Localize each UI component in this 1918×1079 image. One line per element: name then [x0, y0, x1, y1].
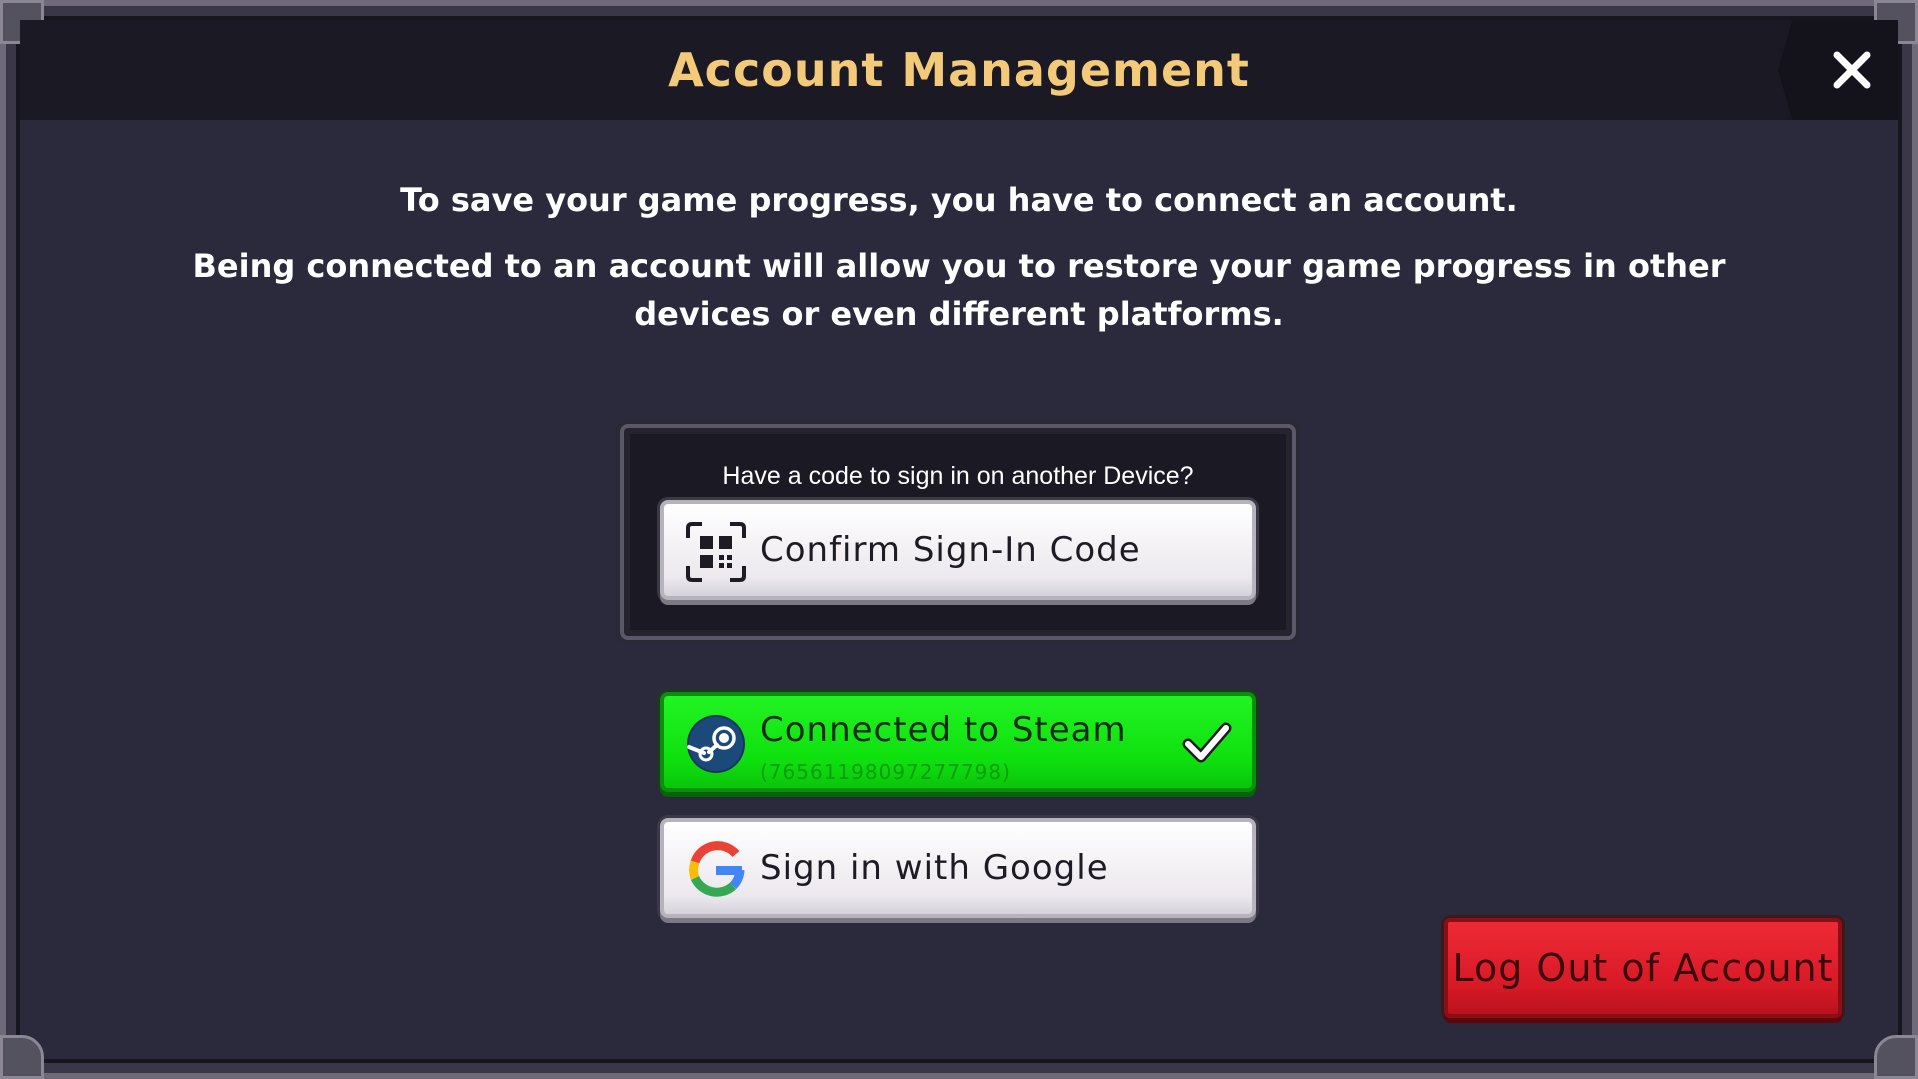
- log-out-label: Log Out of Account: [1452, 946, 1834, 990]
- dialog-header: Account Management: [20, 20, 1898, 120]
- qr-code-icon: [686, 522, 746, 582]
- steam-connected-label: Connected to Steam: [760, 710, 1127, 750]
- checkmark-icon: [1182, 722, 1232, 763]
- log-out-button[interactable]: Log Out of Account: [1444, 918, 1842, 1018]
- confirm-sign-in-code-label: Confirm Sign-In Code: [760, 530, 1141, 570]
- confirm-sign-in-code-button[interactable]: Confirm Sign-In Code: [660, 500, 1256, 600]
- google-sign-in-label: Sign in with Google: [760, 848, 1109, 888]
- sign-in-code-prompt: Have a code to sign in on another Device…: [722, 462, 1194, 490]
- google-sign-in-button[interactable]: Sign in with Google: [660, 818, 1256, 918]
- dialog-title: Account Management: [668, 43, 1250, 97]
- close-icon: [1833, 51, 1871, 89]
- description-line-1: To save your game progress, you have to …: [400, 181, 1518, 219]
- steam-icon: [687, 715, 745, 773]
- steam-connection-button[interactable]: Connected to Steam (76561198097277798): [660, 692, 1256, 792]
- steam-account-id: (76561198097277798): [760, 760, 1011, 784]
- google-icon: [689, 841, 745, 897]
- frame-corner-bottom-left: [0, 1035, 44, 1079]
- frame-corner-bottom-right: [1874, 1035, 1918, 1079]
- close-button[interactable]: [1778, 20, 1898, 120]
- description-line-2: Being connected to an account will allow…: [192, 247, 1726, 333]
